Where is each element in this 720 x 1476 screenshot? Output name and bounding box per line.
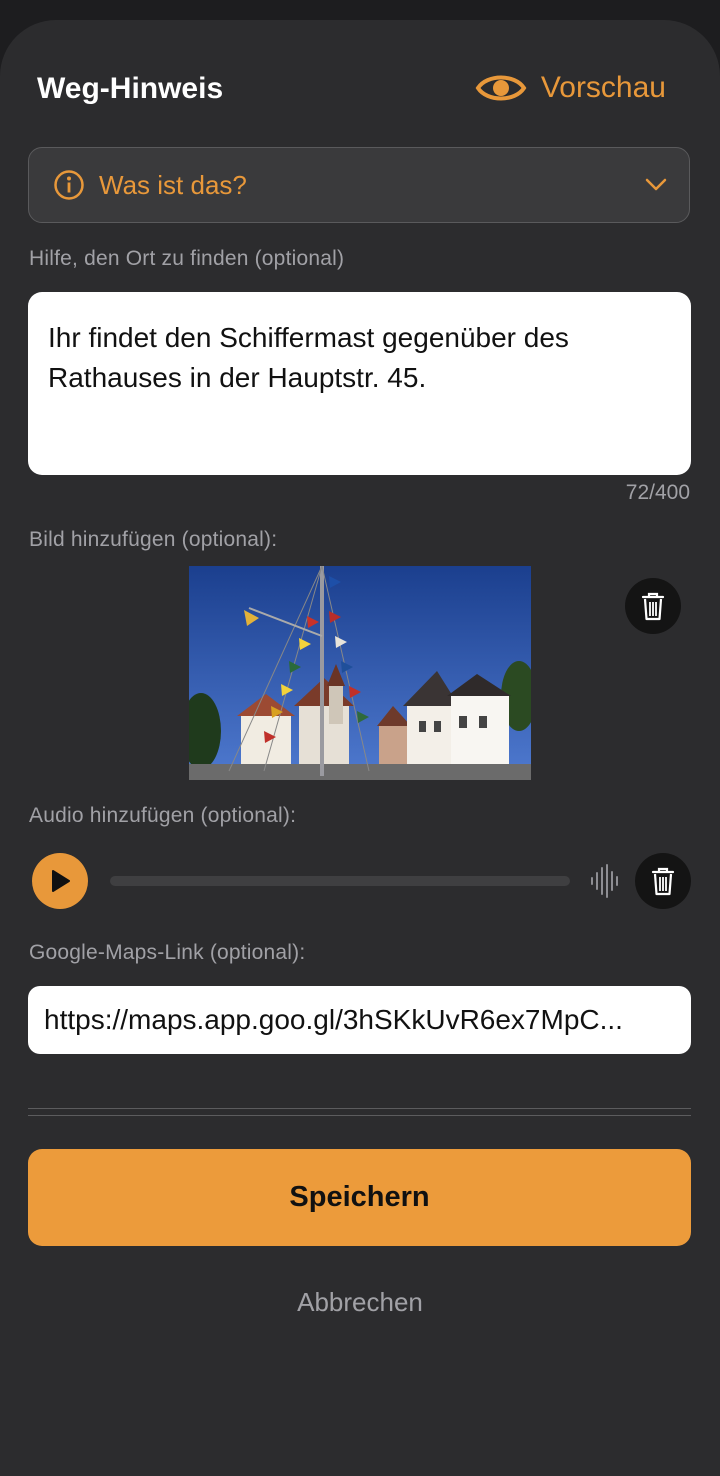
trash-icon (641, 592, 665, 621)
info-icon (54, 170, 84, 200)
what-is-this-label: Was ist das? (99, 169, 247, 200)
save-button[interactable]: Speichern (28, 1149, 691, 1246)
divider (28, 1108, 691, 1109)
audio-progress-track[interactable] (110, 876, 570, 886)
waveform-icon (591, 864, 618, 898)
maps-link-value: https://maps.app.goo.gl/3hSKkUvR6ex7MpC.… (44, 1004, 623, 1035)
uploaded-photo (189, 566, 531, 780)
trash-icon (651, 867, 675, 896)
play-icon (52, 870, 70, 892)
chevron-down-icon (645, 178, 667, 191)
image-field-label: Bild hinzufügen (optional): (29, 528, 278, 551)
hint-field-label: Hilfe, den Ort zu finden (optional) (29, 247, 345, 270)
eye-icon (475, 75, 527, 101)
delete-image-button[interactable] (625, 578, 681, 634)
hint-textarea[interactable]: Ihr findet den Schiffermast gegenüber de… (28, 292, 691, 475)
audio-field-label: Audio hinzufügen (optional): (29, 804, 297, 827)
character-counter: 72/400 (625, 481, 690, 504)
preview-button[interactable]: Vorschau (475, 70, 666, 106)
play-button[interactable] (32, 853, 88, 909)
delete-audio-button[interactable] (635, 853, 691, 909)
divider (28, 1115, 691, 1116)
sheet-title: Weg-Hinweis (37, 72, 224, 105)
what-is-this-dropdown[interactable]: Was ist das? (28, 147, 690, 223)
maps-link-input[interactable]: https://maps.app.goo.gl/3hSKkUvR6ex7MpC.… (28, 986, 691, 1054)
cancel-button[interactable]: Abbrechen (0, 1287, 720, 1318)
preview-label: Vorschau (540, 71, 666, 104)
maps-field-label: Google-Maps-Link (optional): (29, 941, 306, 964)
